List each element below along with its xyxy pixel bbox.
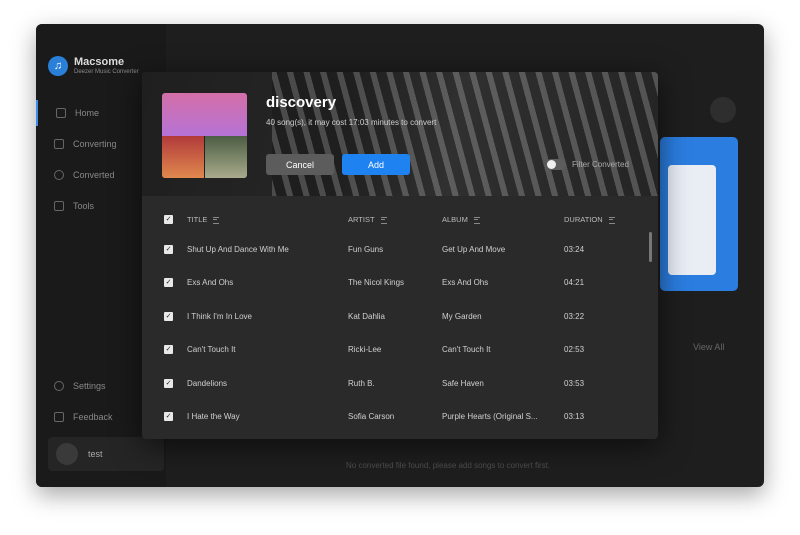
sidebar-item-label: Feedback bbox=[73, 412, 113, 422]
track-artist: Ruth B. bbox=[348, 379, 375, 388]
table-header: ✓ TITLE ARTIST ALBUM DURATION bbox=[142, 202, 658, 226]
column-header-album[interactable]: ALBUM bbox=[442, 215, 480, 224]
filter-converted-label: Filter Converted bbox=[572, 160, 629, 169]
piano-background bbox=[272, 72, 658, 196]
row-checkbox[interactable]: ✓ bbox=[164, 278, 173, 287]
user-name: test bbox=[88, 449, 103, 459]
column-header-duration[interactable]: DURATION bbox=[564, 215, 615, 224]
track-duration: 03:22 bbox=[564, 312, 585, 321]
row-checkbox[interactable]: ✓ bbox=[164, 312, 173, 321]
track-duration: 04:21 bbox=[564, 278, 585, 287]
playlist-cover bbox=[162, 93, 247, 178]
track-album: Safe Haven bbox=[442, 379, 484, 388]
converting-icon bbox=[54, 139, 64, 149]
row-checkbox[interactable]: ✓ bbox=[164, 245, 173, 254]
sidebar-item-label: Home bbox=[75, 108, 100, 118]
select-all-checkbox[interactable]: ✓ bbox=[164, 215, 173, 224]
track-title: Exs And Ohs bbox=[187, 278, 234, 287]
table-row[interactable]: ✓ I Think I'm In Love Kat Dahlia My Gard… bbox=[142, 300, 658, 333]
user-account[interactable]: test bbox=[48, 437, 164, 471]
gear-icon bbox=[54, 381, 64, 391]
avatar bbox=[56, 443, 78, 465]
dialog-header: discovery 40 song(s), it may cost 17:03 … bbox=[142, 72, 658, 196]
track-artist: The Nicol Kings bbox=[348, 278, 405, 287]
track-artist: Fun Guns bbox=[348, 245, 384, 254]
track-album: Exs And Ohs bbox=[442, 278, 489, 287]
filter-converted-toggle[interactable] bbox=[546, 159, 566, 170]
track-duration: 02:53 bbox=[564, 345, 585, 354]
promo-banner[interactable] bbox=[660, 137, 738, 291]
mail-icon bbox=[54, 412, 64, 422]
track-duration: 03:24 bbox=[564, 245, 585, 254]
table-row[interactable]: ✓ Can't Touch It Ricki-Lee Can't Touch I… bbox=[142, 333, 658, 366]
row-checkbox[interactable]: ✓ bbox=[164, 379, 173, 388]
table-row[interactable]: ✓ I Hate the Way Sofia Carson Purple Hea… bbox=[142, 400, 658, 433]
clock-icon bbox=[54, 170, 64, 180]
app-logo-icon: ♫ bbox=[48, 56, 68, 76]
playlist-title: discovery bbox=[266, 94, 337, 111]
table-row[interactable]: ✓ Exs And Ohs The Nicol Kings Exs And Oh… bbox=[142, 266, 658, 299]
sidebar-item-label: Converting bbox=[73, 139, 117, 149]
track-album: Purple Hearts (Original S... bbox=[442, 412, 538, 421]
view-all-link[interactable]: View All bbox=[693, 342, 724, 352]
table-scrollbar[interactable] bbox=[649, 232, 652, 262]
track-title: I Think I'm In Love bbox=[187, 312, 252, 321]
sidebar-item-label: Settings bbox=[73, 381, 106, 391]
track-album: Can't Touch It bbox=[442, 345, 491, 354]
track-artist: Ricki-Lee bbox=[348, 345, 382, 354]
track-artist: Kat Dahlia bbox=[348, 312, 385, 321]
row-checkbox[interactable]: ✓ bbox=[164, 345, 173, 354]
playlist-info: 40 song(s), it may cost 17:03 minutes to… bbox=[266, 118, 437, 127]
sidebar-item-label: Converted bbox=[73, 170, 115, 180]
column-header-title[interactable]: TITLE bbox=[187, 215, 220, 224]
sort-icon bbox=[608, 216, 615, 224]
track-title: Shut Up And Dance With Me bbox=[187, 245, 289, 254]
toggle-knob bbox=[547, 160, 556, 169]
sidebar-item-label: Tools bbox=[73, 201, 95, 211]
toolbox-icon bbox=[54, 201, 64, 211]
track-duration: 03:53 bbox=[564, 379, 585, 388]
track-title: Dandelions bbox=[187, 379, 228, 388]
promo-illustration bbox=[668, 165, 716, 275]
track-artist: Sofia Carson bbox=[348, 412, 395, 421]
track-album: Get Up And Move bbox=[442, 245, 506, 254]
row-checkbox[interactable]: ✓ bbox=[164, 412, 173, 421]
track-title: I Hate the Way bbox=[187, 412, 240, 421]
track-title: Can't Touch It bbox=[187, 345, 236, 354]
add-songs-dialog: discovery 40 song(s), it may cost 17:03 … bbox=[142, 72, 658, 439]
track-duration: 03:13 bbox=[564, 412, 585, 421]
table-row[interactable]: ✓ Dandelions Ruth B. Safe Haven 03:53 bbox=[142, 367, 658, 400]
toolbar-action-button[interactable] bbox=[710, 97, 736, 123]
empty-state-message: No converted file found, please add song… bbox=[346, 461, 551, 470]
add-button[interactable]: Add bbox=[342, 154, 410, 175]
sort-icon bbox=[380, 216, 387, 224]
sort-icon bbox=[213, 216, 220, 224]
app-subtitle: Deezer Music Converter bbox=[74, 69, 139, 75]
app-name: Macsome bbox=[74, 56, 125, 68]
track-album: My Garden bbox=[442, 312, 482, 321]
cancel-button[interactable]: Cancel bbox=[266, 154, 334, 175]
column-header-artist[interactable]: ARTIST bbox=[348, 215, 387, 224]
home-icon bbox=[56, 108, 66, 118]
table-row[interactable]: ✓ Shut Up And Dance With Me Fun Guns Get… bbox=[142, 233, 658, 266]
sort-icon bbox=[473, 216, 480, 224]
